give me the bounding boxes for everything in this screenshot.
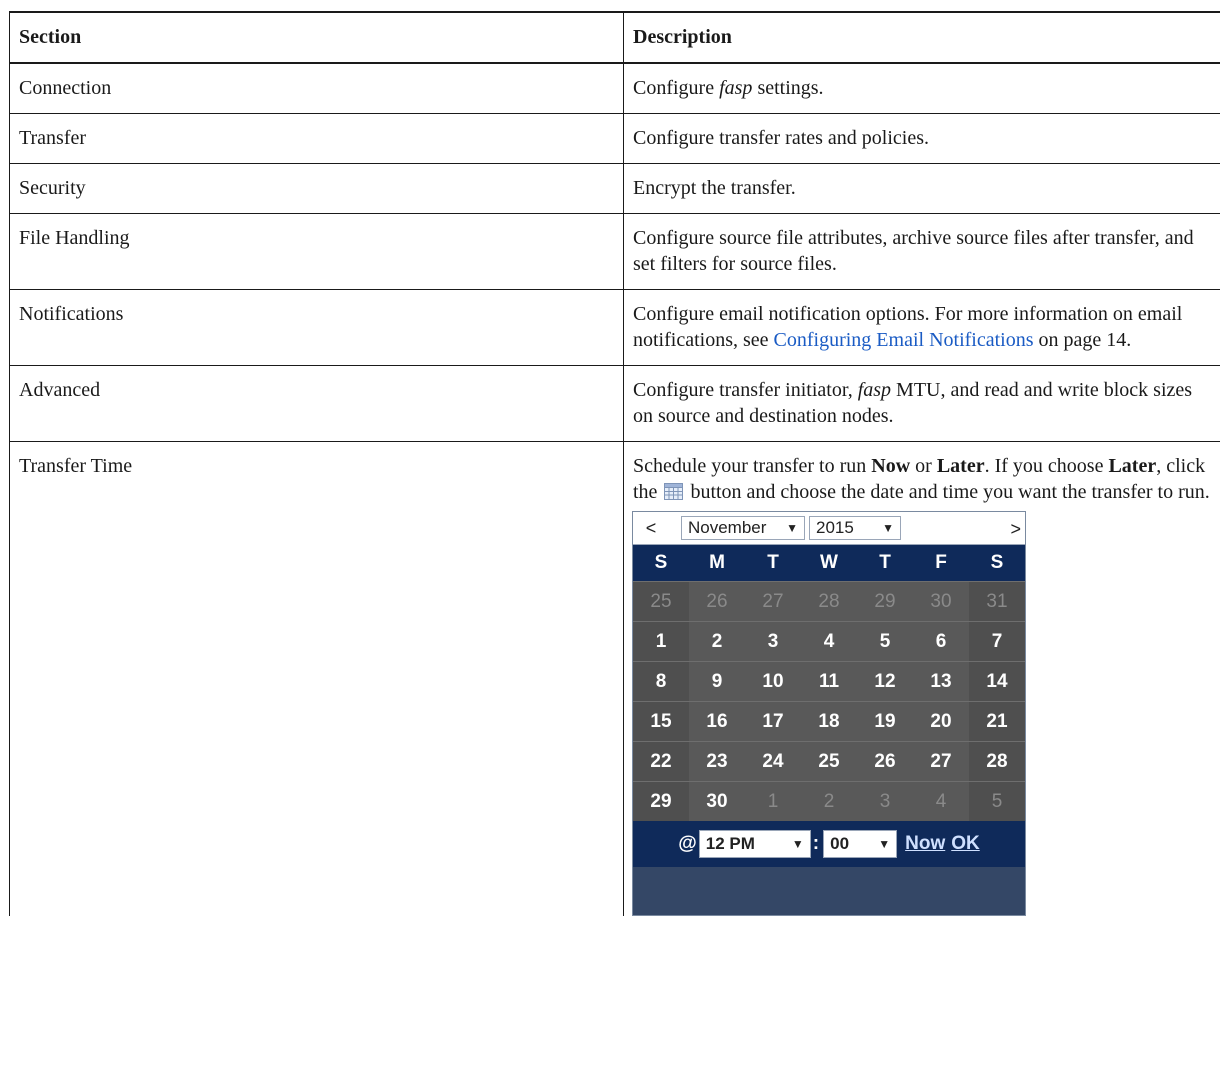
calendar-day[interactable]: 28: [801, 581, 857, 621]
calendar-day[interactable]: 7: [969, 621, 1025, 661]
now-link[interactable]: Now: [905, 831, 945, 857]
header-section: Section: [9, 11, 624, 64]
year-select[interactable]: 2015 ▼: [809, 516, 901, 540]
date-picker-header: < November ▼ 2015 ▼ >: [633, 512, 1025, 545]
calendar-day[interactable]: 27: [745, 581, 801, 621]
weekday-header: S: [969, 545, 1025, 581]
calendar-day[interactable]: 23: [689, 741, 745, 781]
calendar-day[interactable]: 30: [689, 781, 745, 821]
calendar-day[interactable]: 18: [801, 701, 857, 741]
previous-month-button[interactable]: <: [633, 515, 669, 541]
table-row: Advanced Configure transfer initiator, f…: [9, 365, 1220, 442]
weekday-header: M: [689, 545, 745, 581]
calendar-day[interactable]: 5: [969, 781, 1025, 821]
section-name: File Handling: [9, 213, 624, 290]
section-description: Configure email notification options. Fo…: [623, 289, 1220, 366]
calendar-day[interactable]: 9: [689, 661, 745, 701]
ok-link[interactable]: OK: [951, 831, 980, 857]
section-name: Security: [9, 163, 624, 214]
weekday-header: F: [913, 545, 969, 581]
calendar-day[interactable]: 4: [913, 781, 969, 821]
calendar-day[interactable]: 31: [969, 581, 1025, 621]
calendar-day[interactable]: 26: [857, 741, 913, 781]
section-description: Schedule your transfer to run Now or Lat…: [623, 441, 1220, 916]
calendar-day[interactable]: 25: [633, 581, 689, 621]
calendar-day[interactable]: 10: [745, 661, 801, 701]
calendar-day[interactable]: 21: [969, 701, 1025, 741]
sections-table: Section Description Connection Configure…: [9, 11, 1220, 916]
chevron-down-icon: ▼: [791, 837, 804, 851]
chevron-down-icon: ▼: [786, 521, 798, 535]
calendar-day[interactable]: 19: [857, 701, 913, 741]
table-row: File Handling Configure source file attr…: [9, 213, 1220, 290]
at-label: @: [678, 833, 697, 854]
weekday-header: W: [801, 545, 857, 581]
hour-select[interactable]: 12 PM ▼: [698, 830, 811, 858]
section-name: Transfer: [9, 113, 624, 164]
calendar-day[interactable]: 26: [689, 581, 745, 621]
calendar-day[interactable]: 12: [857, 661, 913, 701]
table-row: Transfer Configure transfer rates and po…: [9, 113, 1220, 164]
chevron-down-icon: ▼: [882, 521, 894, 535]
table-row: Notifications Configure email notificati…: [9, 289, 1220, 366]
minute-select[interactable]: 00 ▼: [823, 830, 898, 858]
next-month-button[interactable]: >: [1010, 516, 1021, 542]
calendar-day[interactable]: 15: [633, 701, 689, 741]
calendar-day[interactable]: 14: [969, 661, 1025, 701]
calendar-day[interactable]: 11: [801, 661, 857, 701]
chevron-down-icon: ▼: [878, 837, 891, 851]
calendar-day[interactable]: 3: [745, 621, 801, 661]
table-row: Transfer Time Schedule your transfer to …: [9, 441, 1220, 916]
section-description: Configure source file attributes, archiv…: [623, 213, 1220, 290]
calendar-day[interactable]: 24: [745, 741, 801, 781]
calendar-day[interactable]: 2: [801, 781, 857, 821]
calendar-icon: [664, 483, 684, 500]
section-name: Advanced: [9, 365, 624, 442]
weekday-header: T: [857, 545, 913, 581]
calendar-day[interactable]: 16: [689, 701, 745, 741]
calendar-day[interactable]: 28: [969, 741, 1025, 781]
section-name: Transfer Time: [9, 441, 624, 916]
transfer-time-text: Schedule your transfer to run Now or Lat…: [633, 455, 1210, 503]
calendar-day[interactable]: 13: [913, 661, 969, 701]
calendar-day[interactable]: 4: [801, 621, 857, 661]
calendar-day[interactable]: 1: [745, 781, 801, 821]
section-description: Encrypt the transfer.: [623, 163, 1220, 214]
calendar-day[interactable]: 1: [633, 621, 689, 661]
calendar-day[interactable]: 8: [633, 661, 689, 701]
calendar-day[interactable]: 30: [913, 581, 969, 621]
calendar-day[interactable]: 27: [913, 741, 969, 781]
calendar-day[interactable]: 2: [689, 621, 745, 661]
calendar-day[interactable]: 20: [913, 701, 969, 741]
section-description: Configure fasp settings.: [623, 62, 1220, 114]
weekday-header: S: [633, 545, 689, 581]
section-description: Configure transfer initiator, fasp MTU, …: [623, 365, 1220, 442]
time-colon: :: [812, 833, 820, 854]
section-name: Connection: [9, 62, 624, 114]
calendar-day[interactable]: 25: [801, 741, 857, 781]
calendar-day[interactable]: 6: [913, 621, 969, 661]
table-row: Connection Configure fasp settings.: [9, 62, 1220, 114]
calendar-day[interactable]: 29: [857, 581, 913, 621]
calendar-day[interactable]: 3: [857, 781, 913, 821]
section-description: Configure transfer rates and policies.: [623, 113, 1220, 164]
calendar-day[interactable]: 17: [745, 701, 801, 741]
date-picker: < November ▼ 2015 ▼ > S M T W T F S 25 26 27 28 29 30 3…: [632, 511, 1026, 916]
configuring-email-link[interactable]: Configuring Email Notifications: [774, 329, 1034, 351]
calendar-day[interactable]: 5: [857, 621, 913, 661]
table-header-row: Section Description: [9, 11, 1220, 64]
header-description: Description: [623, 11, 1220, 64]
section-name: Notifications: [9, 289, 624, 366]
month-select[interactable]: November ▼: [681, 516, 805, 540]
weekday-header: T: [745, 545, 801, 581]
calendar-day[interactable]: 22: [633, 741, 689, 781]
calendar-day[interactable]: 29: [633, 781, 689, 821]
table-row: Security Encrypt the transfer.: [9, 163, 1220, 214]
time-picker: @ 12 PM ▼ : 00 ▼ Now OK: [633, 821, 1025, 867]
date-picker-footer-bar: [633, 867, 1025, 915]
calendar-grid: S M T W T F S 25 26 27 28 29 30 31 1 2 3 4 5 6 7 8 9 10 11 12 13 14…: [633, 545, 1025, 821]
